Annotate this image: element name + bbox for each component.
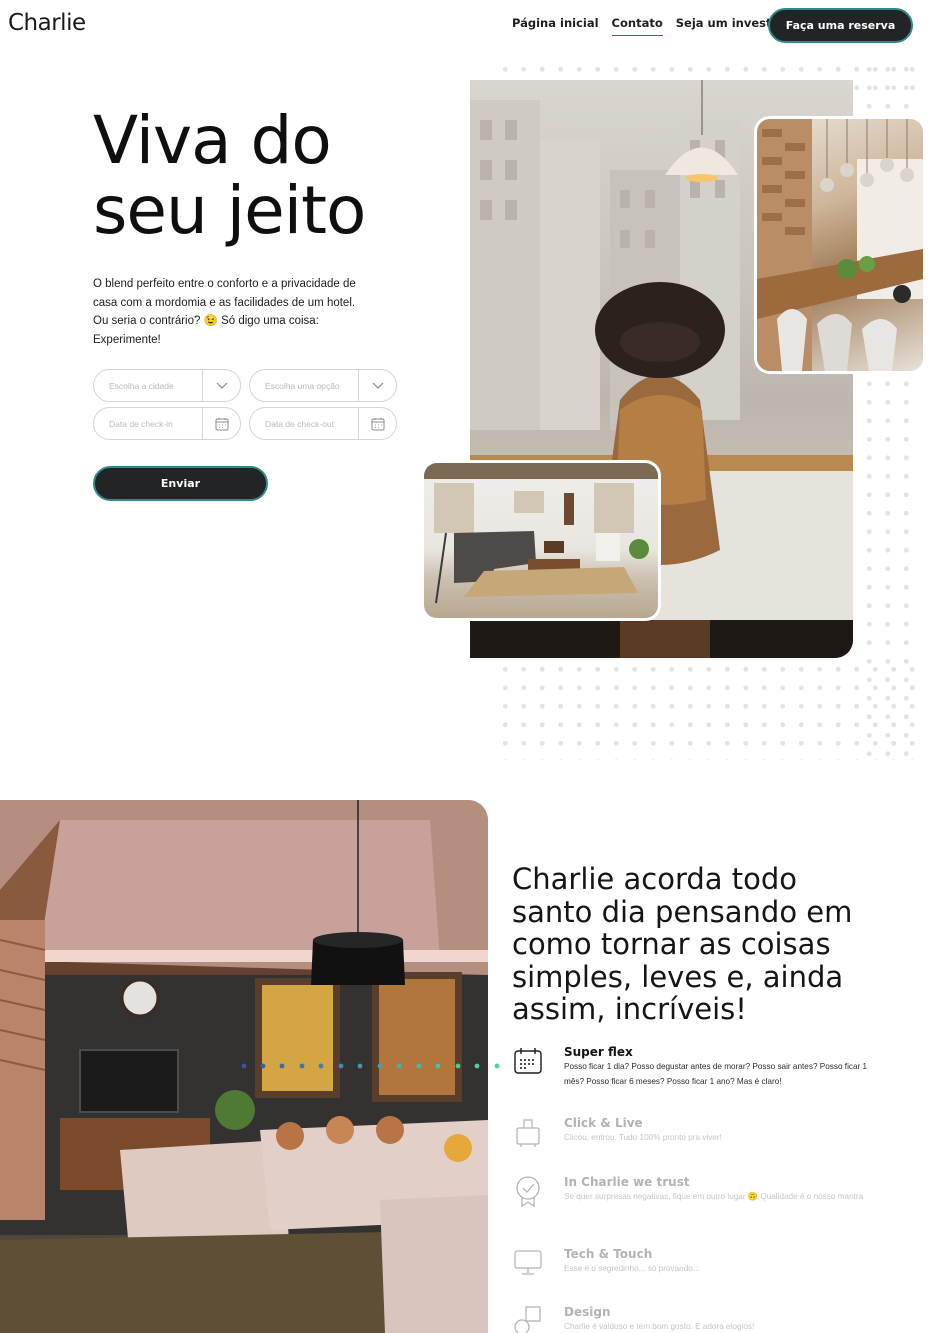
main-nav: Página inicial Contato Seja um investido…: [512, 16, 797, 36]
dotted-connector: [242, 1063, 500, 1069]
dot-pattern-bottom: [496, 660, 916, 760]
hero-title-line1: Viva do: [93, 102, 332, 179]
feature-trust: In Charlie we trust Se quer surpresas ne…: [512, 1175, 872, 1219]
submit-button[interactable]: Enviar: [93, 466, 268, 501]
feature-tech-touch: Tech & Touch Esse é o segredinho... só p…: [512, 1247, 872, 1283]
feature-super-flex: Super flex Posso ficar 1 dia? Posso degu…: [512, 1045, 872, 1089]
hero-subtitle-line3: Ou seria o contrário? 😉 Só digo uma cois…: [93, 315, 319, 328]
checkin-placeholder: Data de check-in: [109, 418, 173, 429]
feature-title: Super flex: [564, 1045, 633, 1059]
city-select[interactable]: Escolha a cidade: [93, 369, 241, 402]
shapes-icon: [512, 1305, 544, 1333]
feature-text: Esse é o segredinho... só provando...: [564, 1264, 700, 1273]
badge-icon: [512, 1175, 544, 1208]
chevron-down-icon[interactable]: [202, 370, 240, 401]
nav-home[interactable]: Página inicial: [512, 16, 599, 36]
hero-subtitle-line4: Experimente!: [93, 334, 161, 347]
about-title: Charlie acorda todo santo dia pensando e…: [512, 862, 853, 1026]
hero-subtitle: O blend perfeito entre o conforto e a pr…: [93, 275, 393, 350]
hero-subtitle-line1: O blend perfeito entre o conforto e a pr…: [93, 278, 356, 290]
feature-title: Tech & Touch: [564, 1247, 653, 1261]
calendar-icon: [512, 1045, 544, 1077]
checkin-field[interactable]: Data de check-in: [93, 407, 241, 440]
hero-photo-living-room: [421, 460, 661, 621]
hero-title: Viva do seu jeito: [93, 106, 453, 246]
booking-button[interactable]: Faça uma reserva: [768, 8, 913, 43]
feature-design: Design Charlie é vaidoso e tem bom gosto…: [512, 1305, 872, 1333]
feature-text: Charlie é vaidoso e tem bom gosto. E ado…: [564, 1322, 755, 1331]
nav-contact[interactable]: Contato: [611, 16, 663, 36]
feature-click-live: Click & Live Clicou, entrou. Tudo 100% p…: [512, 1116, 872, 1152]
feature-text: Posso ficar 1 dia? Posso degustar antes …: [564, 1062, 868, 1086]
feature-text: Clicou, entrou. Tudo 100% pronto pra viv…: [564, 1133, 722, 1142]
checkout-placeholder: Data de check-out: [265, 418, 334, 429]
chevron-down-icon[interactable]: [358, 370, 396, 401]
checkout-field[interactable]: Data de check-out: [249, 407, 397, 440]
calendar-icon[interactable]: [358, 408, 396, 439]
logo[interactable]: Charlie: [8, 10, 86, 36]
feature-title: Click & Live: [564, 1116, 643, 1130]
feature-text: Se quer surpresas negativas, fique em ou…: [564, 1192, 864, 1201]
calendar-icon[interactable]: [202, 408, 240, 439]
luggage-icon: [512, 1116, 544, 1148]
hero-title-line2: seu jeito: [93, 172, 366, 249]
option-select[interactable]: Escolha uma opção: [249, 369, 397, 402]
hero-subtitle-line2: casa com a mordomia e as facilidades de …: [93, 296, 356, 309]
monitor-icon: [512, 1247, 544, 1279]
city-placeholder: Escolha a cidade: [109, 380, 174, 391]
feature-title: In Charlie we trust: [564, 1175, 690, 1189]
hero-photo-dining: [754, 116, 926, 374]
option-placeholder: Escolha uma opção: [265, 380, 340, 391]
feature-title: Design: [564, 1305, 611, 1319]
